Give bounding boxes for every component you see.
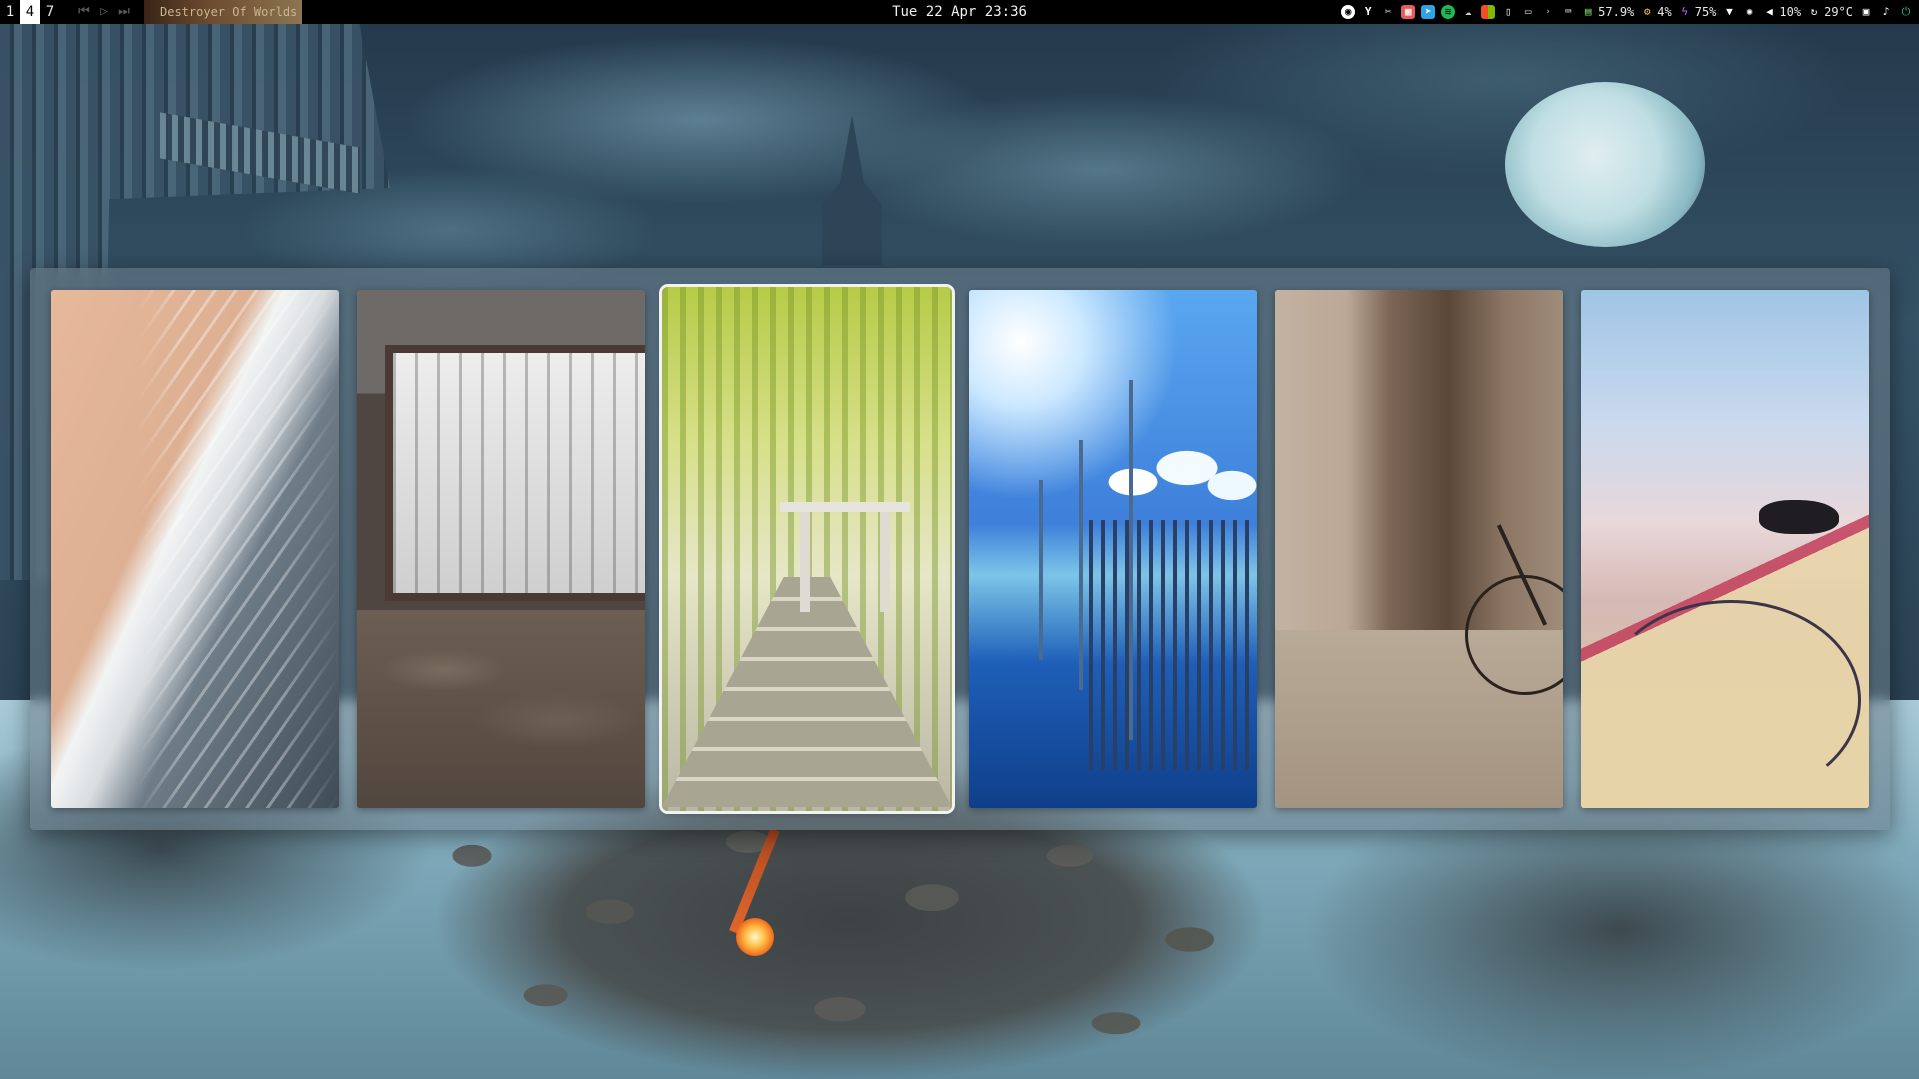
volume-indicator[interactable]: ◀ 10% — [1762, 0, 1801, 24]
system-tray: ◉ Y ✂ ▦ ➤ ≋ ☁ ▯ ▭ › ⌨ ▤ 57.9% ⚙ 4% ϟ 75%… — [1341, 0, 1913, 24]
battery-value: 75% — [1694, 5, 1717, 19]
cpu-icon: ⚙ — [1643, 5, 1651, 18]
settings-icon[interactable]: ✺ — [1742, 5, 1756, 19]
y-icon[interactable]: Y — [1361, 5, 1375, 19]
bicycle-frame — [1601, 600, 1861, 800]
workspace-4[interactable]: 4 — [20, 0, 40, 24]
street-lamp — [1129, 380, 1133, 740]
moon — [1505, 82, 1705, 247]
telegram-icon[interactable]: ➤ — [1421, 5, 1436, 19]
calendar-icon[interactable]: ▣ — [1859, 5, 1873, 19]
office-icon[interactable] — [1481, 5, 1496, 19]
stone-circle — [380, 800, 1300, 1079]
window-frame — [385, 345, 645, 601]
next-track-icon[interactable]: ⏭ — [114, 0, 134, 24]
volume-value: 10% — [1779, 5, 1802, 19]
power-icon[interactable]: ⏻ — [1899, 5, 1913, 19]
notification-bell-icon[interactable]: ♪ — [1879, 5, 1893, 19]
mouse-icon[interactable]: ▯ — [1501, 5, 1515, 19]
top-bar: 1 4 7 ⏮ ▷ ⏭ Destroyer Of Worlds Tue 22 A… — [0, 0, 1919, 24]
temperature-value: 29°C — [1824, 5, 1853, 19]
workspace-1[interactable]: 1 — [0, 0, 20, 24]
cloud-icon[interactable]: ☁ — [1461, 5, 1475, 19]
wifi-icon[interactable]: ▼ — [1722, 5, 1736, 19]
speaker-icon: ◀ — [1766, 5, 1773, 18]
wallpaper-thumb-pier[interactable] — [969, 290, 1257, 808]
arrow-right-icon[interactable]: › — [1541, 5, 1555, 19]
workspace-7[interactable]: 7 — [40, 0, 60, 24]
bonfire-flame — [736, 918, 774, 956]
weather-icon: ↻ — [1810, 5, 1818, 18]
memory-indicator[interactable]: ▤ 57.9% — [1581, 0, 1634, 24]
wallpaper-thumb-window[interactable] — [357, 290, 645, 808]
clipboard-icon[interactable]: ▭ — [1521, 5, 1535, 19]
memory-icon: ▤ — [1584, 5, 1592, 18]
clock-text[interactable]: Tue 22 Apr 23:36 — [892, 4, 1027, 20]
torii-gate — [780, 502, 910, 612]
github-icon[interactable]: ◉ — [1341, 5, 1356, 19]
weather-indicator[interactable]: ↻ 29°C — [1807, 0, 1853, 24]
screenshot-icon[interactable]: ✂ — [1381, 5, 1395, 19]
bicycle-seat — [1759, 500, 1839, 534]
wallpaper-thumb-pastel-bike[interactable] — [1581, 290, 1869, 808]
spotify-icon[interactable]: ≋ — [1441, 5, 1456, 19]
memory-value: 57.9% — [1598, 5, 1635, 19]
cpu-indicator[interactable]: ⚙ 4% — [1640, 0, 1672, 24]
wallpaper-thumb-bamboo-selected[interactable] — [659, 284, 955, 814]
wallpaper-thumb-beach[interactable] — [51, 290, 339, 808]
wallpaper-thumb-sepia-bike[interactable] — [1275, 290, 1563, 808]
previous-track-icon[interactable]: ⏮ — [74, 0, 94, 24]
bed-sheets — [357, 610, 645, 808]
wallpaper-picker — [30, 268, 1890, 830]
lightning-icon: ϟ — [1681, 5, 1689, 18]
cpu-value: 4% — [1657, 5, 1672, 19]
play-icon[interactable]: ▷ — [94, 0, 114, 24]
app-grid-icon[interactable]: ▦ — [1401, 5, 1416, 19]
keyboard-icon[interactable]: ⌨ — [1561, 5, 1575, 19]
now-playing-title[interactable]: Destroyer Of Worlds — [144, 0, 302, 24]
battery-indicator[interactable]: ϟ 75% — [1678, 0, 1717, 24]
